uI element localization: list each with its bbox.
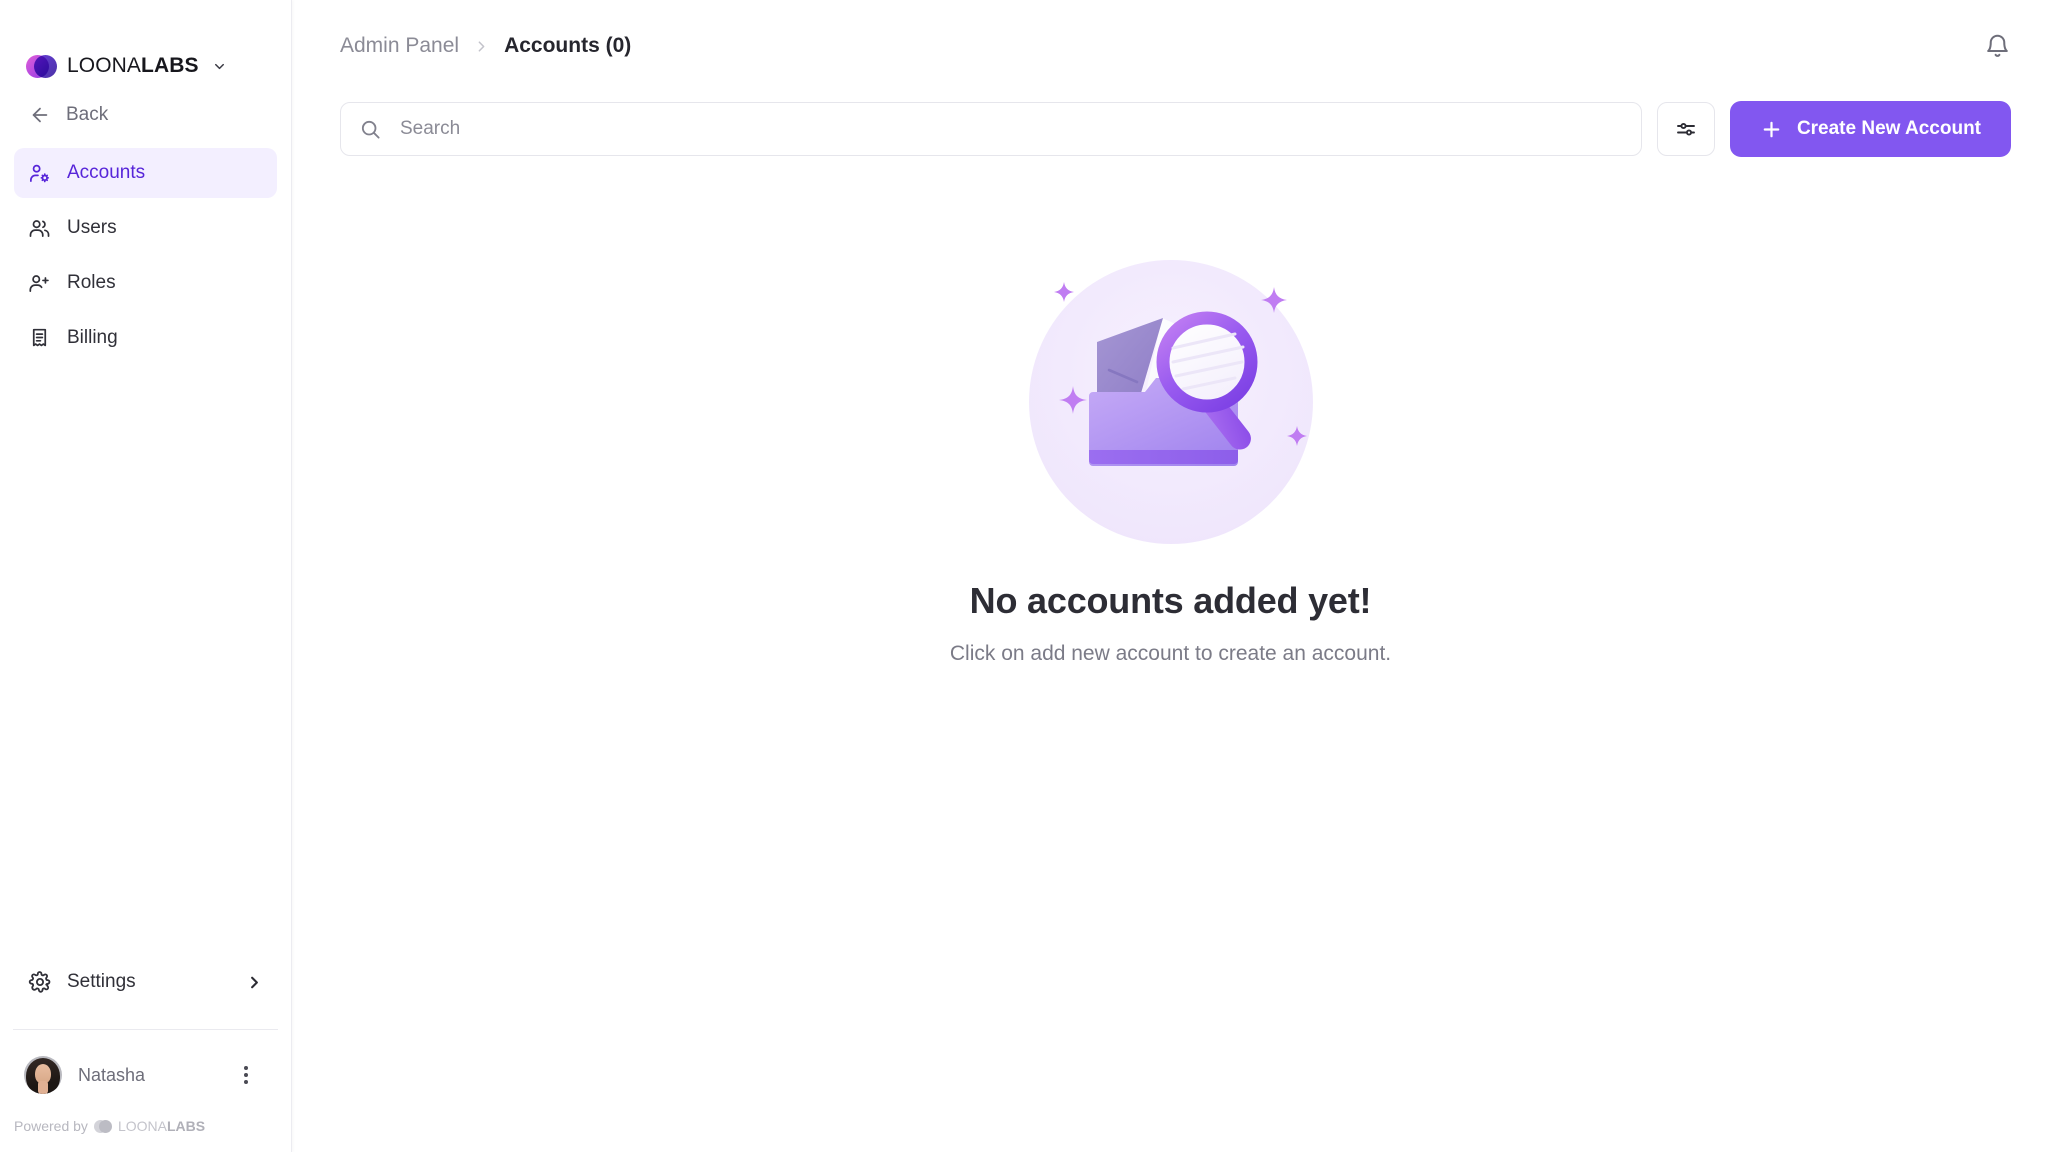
users-icon — [27, 217, 52, 240]
user-cog-icon — [27, 162, 52, 185]
powered-by: Powered by LOONALABS — [0, 1094, 291, 1152]
sidebar-item-label: Accounts — [67, 162, 146, 183]
breadcrumb-current: Accounts (0) — [504, 34, 632, 57]
empty-state-subtitle: Click on add new account to create an ac… — [949, 642, 1392, 665]
sidebar-item-billing[interactable]: Billing — [14, 313, 277, 363]
powered-by-prefix: Powered by — [14, 1118, 88, 1134]
plus-icon — [1760, 118, 1783, 141]
search-icon — [359, 118, 382, 141]
sidebar: LOONALABS Back Accounts Users Roles Bill… — [0, 0, 292, 1152]
sidebar-item-label: Roles — [67, 272, 116, 293]
brand-name: LOONALABS — [67, 54, 199, 78]
sliders-icon — [1674, 117, 1698, 141]
empty-state-title: No accounts added yet! — [969, 580, 1372, 621]
main-content: Admin Panel Accounts (0) Search Create N… — [292, 0, 2049, 1152]
brand-switcher[interactable]: LOONALABS — [0, 0, 291, 92]
brand-name-thin: LOONA — [67, 54, 142, 77]
loonalabs-small-logo-icon — [93, 1119, 112, 1133]
empty-state: No accounts added yet! Click on add new … — [292, 166, 2049, 1152]
powered-by-brand-thin: LOONA — [117, 1118, 167, 1134]
powered-by-brand-bold: LABS — [166, 1118, 206, 1134]
sidebar-item-roles[interactable]: Roles — [14, 258, 277, 308]
bell-icon[interactable] — [1984, 33, 2011, 60]
settings-label: Settings — [67, 971, 136, 992]
toolbar: Create New Account — [292, 92, 2049, 166]
sidebar-item-label: Billing — [67, 327, 118, 348]
chevron-right-icon — [245, 973, 264, 992]
powered-by-brand: LOONALABS — [118, 1118, 205, 1134]
kebab-menu-icon[interactable] — [244, 1066, 248, 1084]
empty-folder-search-illustration — [1021, 252, 1321, 552]
sidebar-item-users[interactable]: Users — [14, 203, 277, 253]
chevron-down-icon[interactable] — [212, 59, 227, 74]
user-name: Natasha — [78, 1064, 146, 1085]
sidebar-nav: Back Accounts Users Roles Billing — [0, 92, 291, 368]
back-button[interactable]: Back — [14, 92, 277, 138]
app-root: LOONALABS Back Accounts Users Roles Bill… — [0, 0, 2049, 1152]
sidebar-item-accounts[interactable]: Accounts — [14, 148, 277, 198]
search-box[interactable] — [340, 102, 1642, 156]
top-bar: Admin Panel Accounts (0) — [292, 0, 2049, 92]
sidebar-item-settings[interactable]: Settings — [14, 957, 277, 1007]
breadcrumb: Admin Panel Accounts (0) — [340, 34, 631, 58]
loonalabs-logo-icon — [26, 54, 57, 78]
chevron-right-icon — [473, 38, 490, 55]
breadcrumb-root[interactable]: Admin Panel — [340, 34, 459, 58]
create-new-account-label: Create New Account — [1796, 118, 1981, 139]
back-label: Back — [66, 104, 109, 125]
filter-button[interactable] — [1656, 102, 1715, 156]
sidebar-user[interactable]: Natasha — [0, 1030, 291, 1094]
brand-name-bold: LABS — [141, 54, 199, 77]
user-plus-icon — [27, 272, 52, 295]
arrow-left-icon — [27, 104, 52, 126]
create-new-account-button[interactable]: Create New Account — [1729, 101, 2011, 157]
sidebar-item-label: Users — [67, 217, 117, 238]
avatar — [24, 1056, 62, 1094]
search-input[interactable] — [398, 103, 1623, 155]
receipt-icon — [27, 327, 52, 350]
gear-icon — [27, 970, 52, 994]
